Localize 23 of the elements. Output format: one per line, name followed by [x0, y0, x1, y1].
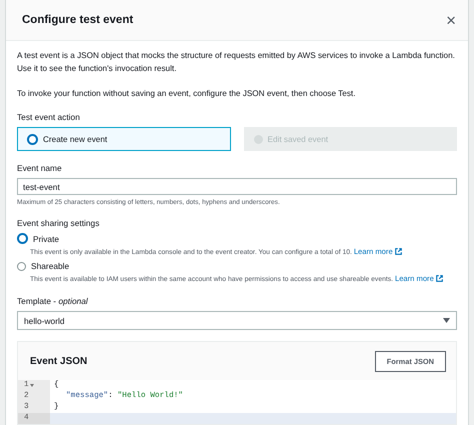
radio-button[interactable] [27, 134, 38, 144]
field-label: Event sharing settings [17, 218, 100, 228]
external-link-icon [436, 275, 443, 282]
panel-title: Event JSON [29, 356, 88, 367]
option-label: Edit saved event [268, 134, 328, 144]
option-label: Private [33, 234, 60, 244]
close-button[interactable]: × [446, 12, 456, 28]
option-label: Create new event [43, 134, 108, 144]
option-label: Shareable [31, 261, 70, 271]
field-label: Test event action [17, 112, 81, 122]
field-label: Event name [17, 163, 63, 173]
radio-button[interactable] [17, 233, 28, 244]
intro-text: A test event is a JSON object that mocks the structure of requests emitted by AWS services to invoke a Lambda function. Use it to see the function's invocation result. [17, 50, 456, 75]
template-select[interactable]: hello-world [17, 311, 457, 330]
caret-icon [443, 318, 450, 323]
dialog-title: Configure test event [22, 14, 134, 26]
field-label: Template - optional [17, 296, 89, 306]
intro-text: To invoke your function without saving an event, configure the JSON event, then choose Test. [17, 88, 356, 100]
radio-button[interactable] [17, 262, 26, 270]
event-name-field[interactable]: test-event [17, 178, 457, 195]
action-option[interactable]: Create new event [17, 127, 230, 151]
fold-icon[interactable] [30, 384, 34, 387]
external-link-icon [394, 248, 402, 255]
